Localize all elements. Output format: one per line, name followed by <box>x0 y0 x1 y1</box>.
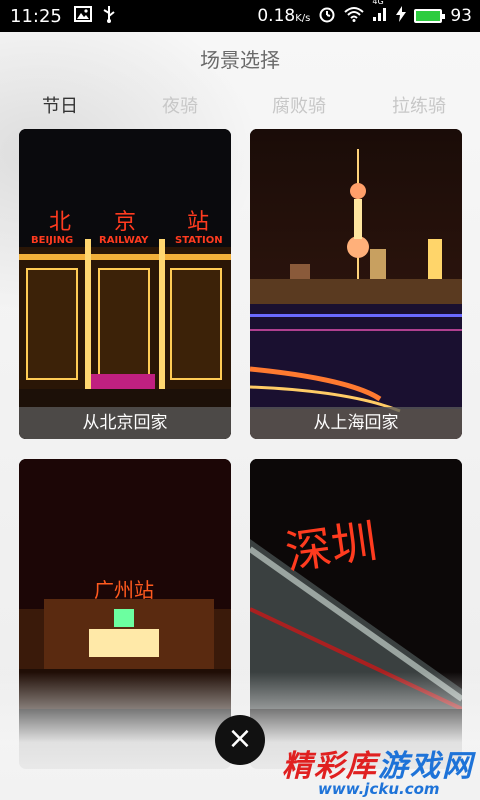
watermark-part-1: 精彩库 <box>282 749 378 784</box>
beijing-station-image: 北 京 站 BEIJING RAILWAY STATION <box>19 129 231 439</box>
beijing-sign-char-3: 站 <box>187 210 209 235</box>
usb-icon <box>102 5 116 28</box>
page-title: 场景选择 <box>200 48 280 72</box>
beijing-sign-en-1: BEIJING <box>31 235 73 246</box>
status-bar: 11:25 0.18K/s 4G 93 <box>0 0 480 32</box>
status-time: 11:25 <box>10 5 62 27</box>
image-icon <box>73 5 92 27</box>
watermark-url: www.jcku.com <box>318 780 440 798</box>
beijing-sign-char-1: 北 <box>49 210 71 235</box>
shanghai-skyline-image <box>250 129 462 439</box>
tab-night-ride[interactable]: 夜骑 <box>162 92 198 118</box>
charging-icon <box>396 5 407 27</box>
scene-card-label: 从上海回家 <box>250 407 462 439</box>
tab-leisure-ride[interactable]: 腐败骑 <box>272 92 326 118</box>
beijing-sign-char-2: 京 <box>114 210 136 235</box>
scene-card-beijing[interactable]: 北 京 站 BEIJING RAILWAY STATION 从北京回家 <box>19 129 231 439</box>
watermark-part-2: 游戏网 <box>378 749 474 784</box>
watermark-logo: 精彩库游戏网 <box>282 741 474 785</box>
scene-card-shanghai[interactable]: 从上海回家 <box>250 129 462 439</box>
scene-card-label: 从北京回家 <box>19 407 231 439</box>
tab-holiday[interactable]: 节日 <box>42 92 78 118</box>
guangzhou-sign: 广州站 <box>94 578 154 602</box>
wifi-icon <box>344 6 365 27</box>
beijing-sign-en-2: RAILWAY <box>99 235 149 246</box>
signal-icon: 4G <box>372 0 388 27</box>
tab-training-ride[interactable]: 拉练骑 <box>392 92 446 118</box>
close-button[interactable]: × <box>215 715 265 765</box>
network-type: 4G <box>372 0 384 6</box>
scene-selection-screen: 场景选择 节日 夜骑 腐败骑 拉练骑 北 京 站 BEIJING RAILWAY… <box>0 32 480 800</box>
network-speed: 0.18K/s <box>257 6 311 26</box>
alarm-icon <box>318 5 336 28</box>
beijing-sign-en-3: STATION <box>175 235 223 246</box>
battery-icon <box>414 9 446 23</box>
tab-bar: 节日 夜骑 腐败骑 拉练骑 <box>0 92 480 120</box>
battery-percent: 93 <box>450 6 472 26</box>
